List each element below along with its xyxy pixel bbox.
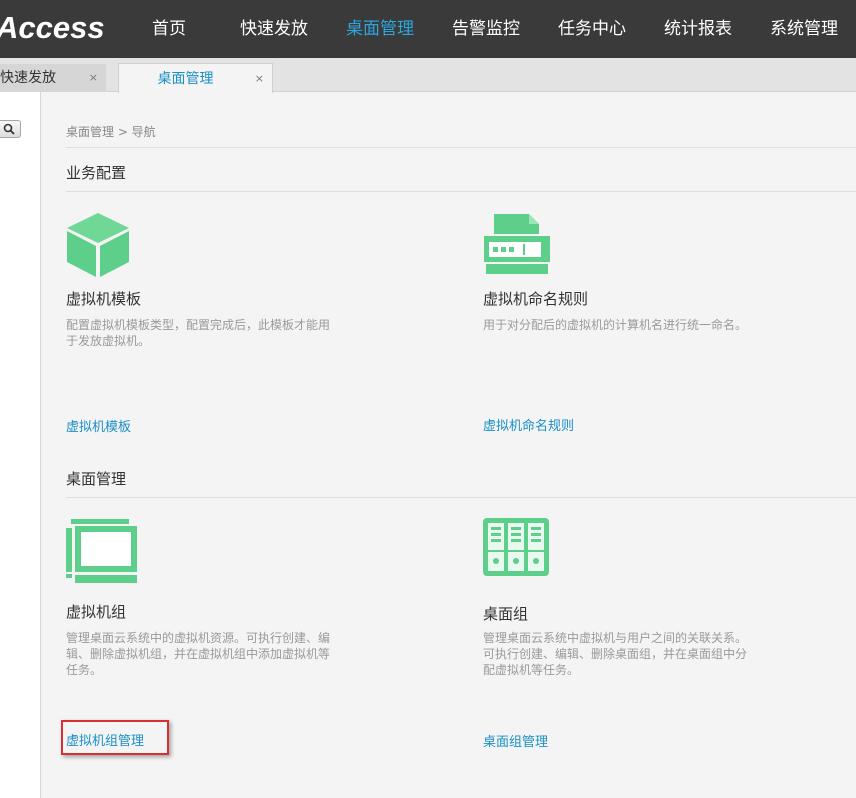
main-content: 桌面管理 > 导航 业务配置 虚拟机模板 配置虚拟机模板类型，配置完成后，此模板… (41, 92, 856, 798)
card-title-desktop-group: 桌面组 (483, 605, 529, 623)
nav-item-task-center[interactable]: 任务中心 (558, 0, 626, 58)
tab-label: 快速发放 (0, 70, 56, 86)
desktop-group-icon (483, 518, 549, 576)
app-logo: Access (0, 10, 105, 45)
section-title-desktop-management: 桌面管理 (66, 470, 127, 488)
card-title-vm-naming-rule: 虚拟机命名规则 (483, 290, 589, 308)
left-sidebar (0, 92, 41, 798)
highlight-box (61, 720, 169, 755)
search-icon (3, 123, 15, 135)
card-title-vm-group: 虚拟机组 (66, 603, 127, 621)
nav-item-desktop-management[interactable]: 桌面管理 (346, 0, 414, 58)
nav-item-quick-provision[interactable]: 快速发放 (240, 0, 308, 58)
close-icon[interactable]: × (89, 64, 98, 92)
tab-desktop-management[interactable]: 桌面管理 × (118, 63, 273, 93)
breadcrumb: 桌面管理 > 导航 (66, 125, 156, 139)
search-button[interactable] (0, 120, 21, 138)
divider (66, 147, 856, 148)
nav-item-reports[interactable]: 统计报表 (664, 0, 732, 58)
section-title-business-config: 业务配置 (66, 164, 127, 182)
top-nav-bar: Access 首页 快速发放 桌面管理 告警监控 任务中心 统计报表 系统管理 (0, 0, 856, 58)
monitor-stack-icon (66, 519, 137, 583)
divider (66, 191, 856, 192)
printer-icon (484, 214, 550, 274)
card-desc-vm-naming-rule: 用于对分配后的虚拟机的计算机名进行统一命名。 (483, 318, 748, 332)
vm-template-link[interactable]: 虚拟机模板 (66, 416, 131, 435)
tab-strip: 快速发放 × 桌面管理 × (0, 58, 856, 93)
card-desc-vm-template: 配置虚拟机模板类型，配置完成后，此模板才能用于发放虚拟机。 (66, 318, 331, 348)
card-desc-desktop-group: 管理桌面云系统中虚拟机与用户之间的关联关系。可执行创建、编辑、删除桌面组，并在桌… (483, 631, 748, 677)
vm-naming-rule-link[interactable]: 虚拟机命名规则 (483, 415, 574, 434)
cube-icon (67, 213, 129, 277)
divider (66, 497, 856, 498)
tab-label: 桌面管理 (157, 71, 214, 87)
nav-item-alarm-monitor[interactable]: 告警监控 (452, 0, 520, 58)
desktop-group-management-link[interactable]: 桌面组管理 (483, 731, 548, 750)
close-icon[interactable]: × (255, 64, 264, 94)
card-title-vm-template: 虚拟机模板 (66, 290, 142, 308)
nav-item-system-management[interactable]: 系统管理 (770, 0, 838, 58)
tab-quick-provision[interactable]: 快速发放 × (0, 64, 106, 92)
card-desc-vm-group: 管理桌面云系统中的虚拟机资源。可执行创建、编辑、删除虚拟机组，并在虚拟机组中添加… (66, 631, 331, 677)
nav-item-home[interactable]: 首页 (152, 0, 186, 58)
